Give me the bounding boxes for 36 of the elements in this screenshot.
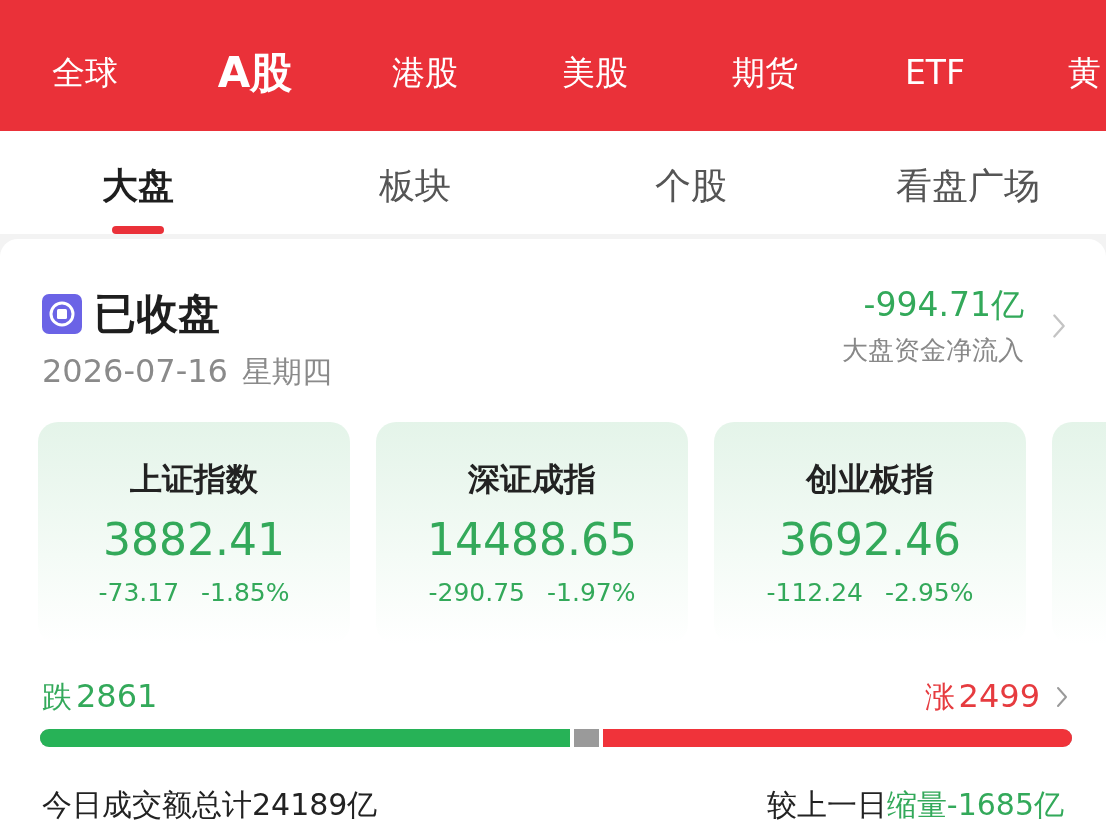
sub-tab[interactable]: 板块 — [276, 131, 553, 234]
market-tab[interactable]: 美股 — [510, 48, 680, 97]
market-tab[interactable]: A股 — [170, 48, 340, 97]
net-inflow-label: 大盘资金净流入 — [842, 334, 1024, 367]
net-inflow-value: -994.71亿 — [863, 284, 1024, 326]
sub-tab[interactable]: 大盘 — [0, 131, 277, 234]
market-tab[interactable]: 港股 — [340, 48, 510, 97]
index-name: 深证成指 — [468, 459, 596, 500]
market-tab[interactable]: 期货 — [680, 48, 850, 97]
compare-value: 缩量-1685亿 — [886, 786, 1064, 824]
index-change-percent: -2.95% — [885, 577, 974, 609]
index-name: 创业板指 — [806, 459, 934, 500]
market-tab[interactable]: ETF — [850, 48, 1020, 97]
sub-tab[interactable]: 看盘广场 — [829, 131, 1106, 234]
turnover-total: 今日成交额总计24189亿 — [42, 786, 378, 824]
market-status: 已收盘 — [94, 289, 220, 339]
market-tab[interactable]: 全球 — [0, 48, 170, 97]
index-change: -73.17 — [98, 577, 180, 609]
advancers-count: 涨2499 — [924, 676, 1040, 717]
tab-underline — [112, 226, 165, 234]
chevron-right-icon[interactable] — [1056, 685, 1068, 708]
index-change-percent: -1.85% — [201, 577, 290, 609]
index-name: 上证指数 — [130, 459, 258, 500]
index-change-percent: -1.97% — [547, 577, 636, 609]
sub-tab[interactable]: 个股 — [553, 131, 830, 234]
decliners-count: 跌 2861 — [42, 676, 158, 717]
compare-label: 较上一日 — [766, 786, 887, 824]
index-change: -112.24 — [766, 577, 863, 609]
index-value: 14488.65 — [427, 513, 637, 567]
index-value: 3692.46 — [779, 513, 961, 567]
index-value: 3882.41 — [103, 513, 285, 567]
market-tab[interactable]: 黄 — [1020, 48, 1106, 97]
weekday-text: 星期四 — [241, 353, 332, 391]
chevron-right-icon[interactable] — [1052, 313, 1066, 339]
index-change: -290.75 — [428, 577, 525, 609]
date-text: 2026-07-16 — [42, 351, 228, 391]
